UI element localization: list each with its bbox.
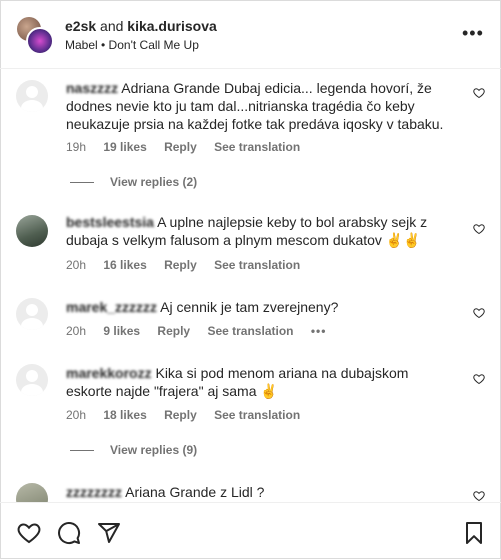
post-authors: e2sk and kika.durisova bbox=[65, 18, 217, 34]
comment-username[interactable]: naszzzz bbox=[66, 80, 118, 96]
like-icon[interactable] bbox=[17, 521, 41, 545]
see-translation-button[interactable]: See translation bbox=[214, 140, 300, 154]
see-translation-button[interactable]: See translation bbox=[214, 408, 300, 422]
see-translation-button[interactable]: See translation bbox=[214, 258, 300, 272]
see-translation-button[interactable]: See translation bbox=[207, 324, 293, 338]
comment-time[interactable]: 20h bbox=[66, 408, 86, 422]
view-replies-label: View replies (9) bbox=[110, 443, 198, 457]
comment-meta: 20h 18 likes Reply See translation bbox=[66, 408, 300, 422]
comment-text: bestsleestsia A uplne najlepsie keby to … bbox=[66, 213, 458, 249]
save-bookmark-icon[interactable] bbox=[462, 521, 486, 545]
more-options-icon[interactable]: ••• bbox=[462, 24, 484, 42]
audio-link[interactable]: Mabel • Don't Call Me Up bbox=[65, 38, 199, 52]
post-actions-bar bbox=[0, 502, 501, 560]
post-header: e2sk and kika.durisova Mabel • Don't Cal… bbox=[0, 0, 501, 69]
comment-likes[interactable]: 18 likes bbox=[103, 408, 146, 422]
comment-username[interactable]: bestsleestsia bbox=[66, 214, 154, 230]
replies-divider bbox=[70, 450, 94, 452]
comment-likes[interactable]: 19 likes bbox=[103, 140, 146, 154]
authors-connector: and bbox=[100, 18, 124, 34]
comments-list: naszzzz Adriana Grande Dubaj edicia... l… bbox=[0, 69, 501, 502]
comment-time[interactable]: 20h bbox=[66, 258, 86, 272]
comment-username[interactable]: marekkorozz bbox=[66, 365, 152, 381]
view-replies-button[interactable]: View replies (2) bbox=[70, 175, 197, 189]
comment-likes[interactable]: 9 likes bbox=[103, 324, 140, 338]
view-replies-label: View replies (2) bbox=[110, 175, 198, 189]
comment-icon[interactable] bbox=[57, 521, 81, 545]
comment-meta: 20h 9 likes Reply See translation ••• bbox=[66, 324, 326, 338]
comment-avatar[interactable] bbox=[16, 364, 48, 396]
comment-body: Ariana Grande z Lidl ? bbox=[125, 484, 265, 500]
comment-meta: 19h 19 likes Reply See translation bbox=[66, 140, 300, 154]
comment-time[interactable]: 20h bbox=[66, 324, 86, 338]
comment-body: Adriana Grande Dubaj edicia... legenda h… bbox=[66, 80, 444, 132]
like-heart-icon[interactable] bbox=[473, 87, 485, 99]
reply-button[interactable]: Reply bbox=[164, 258, 197, 272]
comment-body: Aj cennik je tam zverejneny? bbox=[160, 299, 339, 315]
comment-options-icon[interactable]: ••• bbox=[311, 324, 327, 338]
view-replies-button[interactable]: View replies (9) bbox=[70, 443, 197, 457]
reply-button[interactable]: Reply bbox=[164, 140, 197, 154]
comment-text: zzzzzzzz Ariana Grande z Lidl ? bbox=[66, 483, 458, 501]
comment-meta: 20h 16 likes Reply See translation bbox=[66, 258, 300, 272]
avatar-kika[interactable] bbox=[26, 27, 54, 55]
comment-avatar[interactable] bbox=[16, 80, 48, 112]
like-heart-icon[interactable] bbox=[473, 490, 485, 502]
comment-likes[interactable]: 16 likes bbox=[103, 258, 146, 272]
author-link-e2sk[interactable]: e2sk bbox=[65, 18, 96, 34]
comment-time[interactable]: 19h bbox=[66, 140, 86, 154]
comment-avatar[interactable] bbox=[16, 483, 48, 502]
like-heart-icon[interactable] bbox=[473, 373, 485, 385]
comment-text: marekkorozz Kika si pod menom ariana na … bbox=[66, 364, 458, 400]
like-heart-icon[interactable] bbox=[473, 307, 485, 319]
like-heart-icon[interactable] bbox=[473, 223, 485, 235]
replies-divider bbox=[70, 182, 94, 184]
comment-avatar[interactable] bbox=[16, 215, 48, 247]
share-icon[interactable] bbox=[97, 521, 121, 545]
comment-text: naszzzz Adriana Grande Dubaj edicia... l… bbox=[66, 79, 458, 133]
reply-button[interactable]: Reply bbox=[164, 408, 197, 422]
reply-button[interactable]: Reply bbox=[157, 324, 190, 338]
comment-text: marek_zzzzzz Aj cennik je tam zverejneny… bbox=[66, 298, 458, 316]
comment-username[interactable]: marek_zzzzzz bbox=[66, 299, 157, 315]
author-link-kika[interactable]: kika.durisova bbox=[127, 18, 217, 34]
comment-username[interactable]: zzzzzzzz bbox=[66, 484, 122, 500]
comment-avatar[interactable] bbox=[16, 298, 48, 330]
